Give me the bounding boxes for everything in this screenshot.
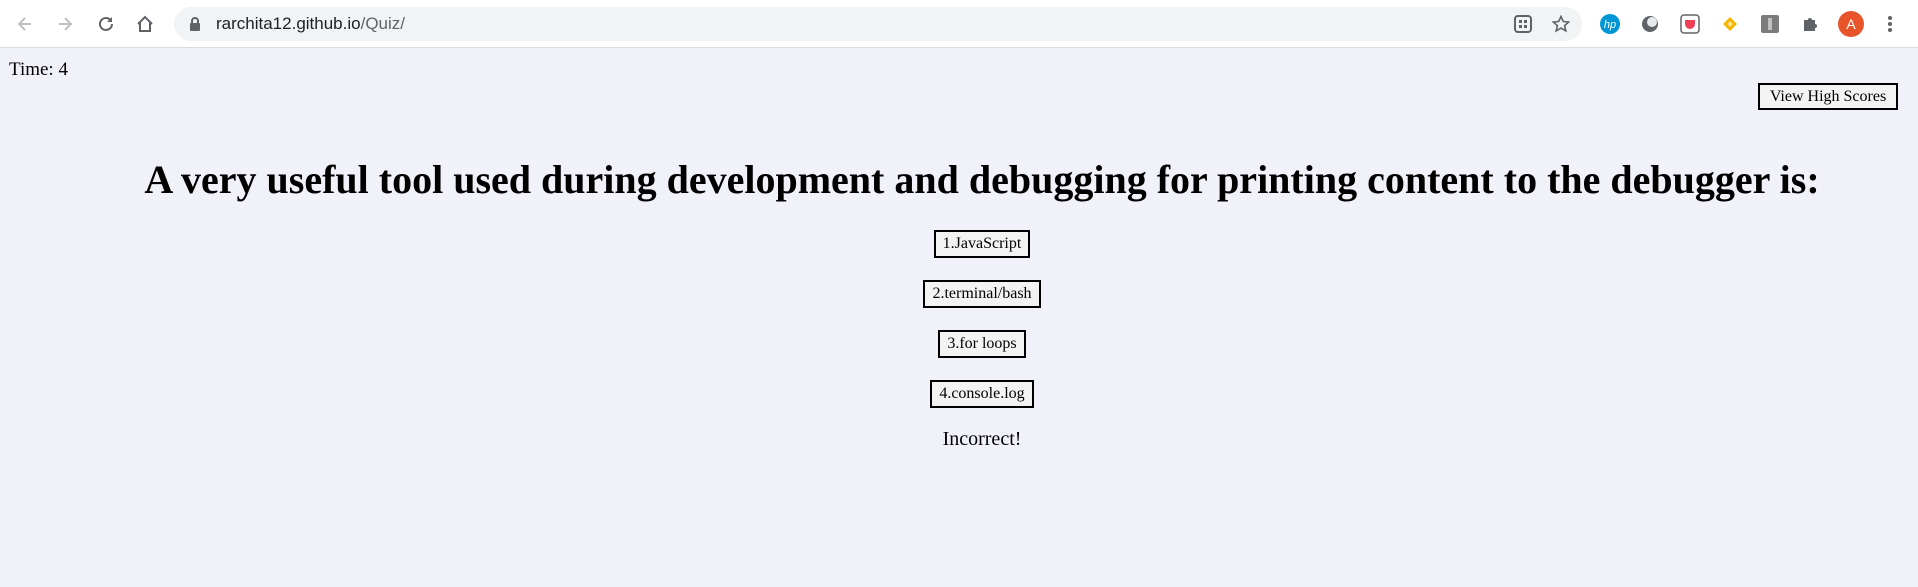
svg-text:hp: hp [1604,19,1616,31]
url-text[interactable]: rarchita12.github.io/Quiz/ [216,14,405,34]
star-icon[interactable] [1551,14,1571,38]
circle-extension-icon[interactable] [1638,12,1662,36]
home-button[interactable] [132,11,158,37]
browser-toolbar: rarchita12.github.io/Quiz/ hp A [0,0,1918,48]
puzzle-icon[interactable] [1798,12,1822,36]
answer-button-3[interactable]: 3.for loops [938,330,1026,358]
question-title: A very useful tool used during developme… [144,157,1820,202]
view-high-scores-button[interactable]: View High Scores [1758,83,1898,110]
home-icon [137,15,153,32]
back-arrow-icon [17,17,31,31]
address-bar[interactable]: rarchita12.github.io/Quiz/ [174,7,1582,41]
url-host: rarchita12.github.io [216,14,361,33]
answer-list: 1.JavaScript 2.terminal/bash 3.for loops… [0,230,1918,430]
kebab-menu-icon[interactable] [1878,12,1902,36]
answer-feedback: Incorrect! [942,428,1022,450]
avatar[interactable]: A [1838,11,1864,37]
timer: Time: 4 [9,59,68,80]
image-extension-icon[interactable] [1758,12,1782,36]
avatar-letter: A [1846,16,1856,32]
reload-icon [99,16,113,31]
lock-icon[interactable] [188,16,202,32]
hp-extension-icon[interactable]: hp [1598,12,1622,36]
answer-button-4[interactable]: 4.console.log [930,380,1034,408]
forward-arrow-icon [59,17,73,31]
answer-button-1[interactable]: 1.JavaScript [933,230,1031,258]
back-button[interactable] [12,11,38,37]
url-path: /Quiz/ [360,14,405,33]
qr-grid-icon[interactable] [1514,15,1532,38]
answer-button-2[interactable]: 2.terminal/bash [923,280,1041,308]
reload-button[interactable] [93,11,119,37]
forward-button[interactable] [52,11,78,37]
diamond-extension-icon[interactable] [1718,12,1742,36]
pocket-extension-icon[interactable] [1678,12,1702,36]
